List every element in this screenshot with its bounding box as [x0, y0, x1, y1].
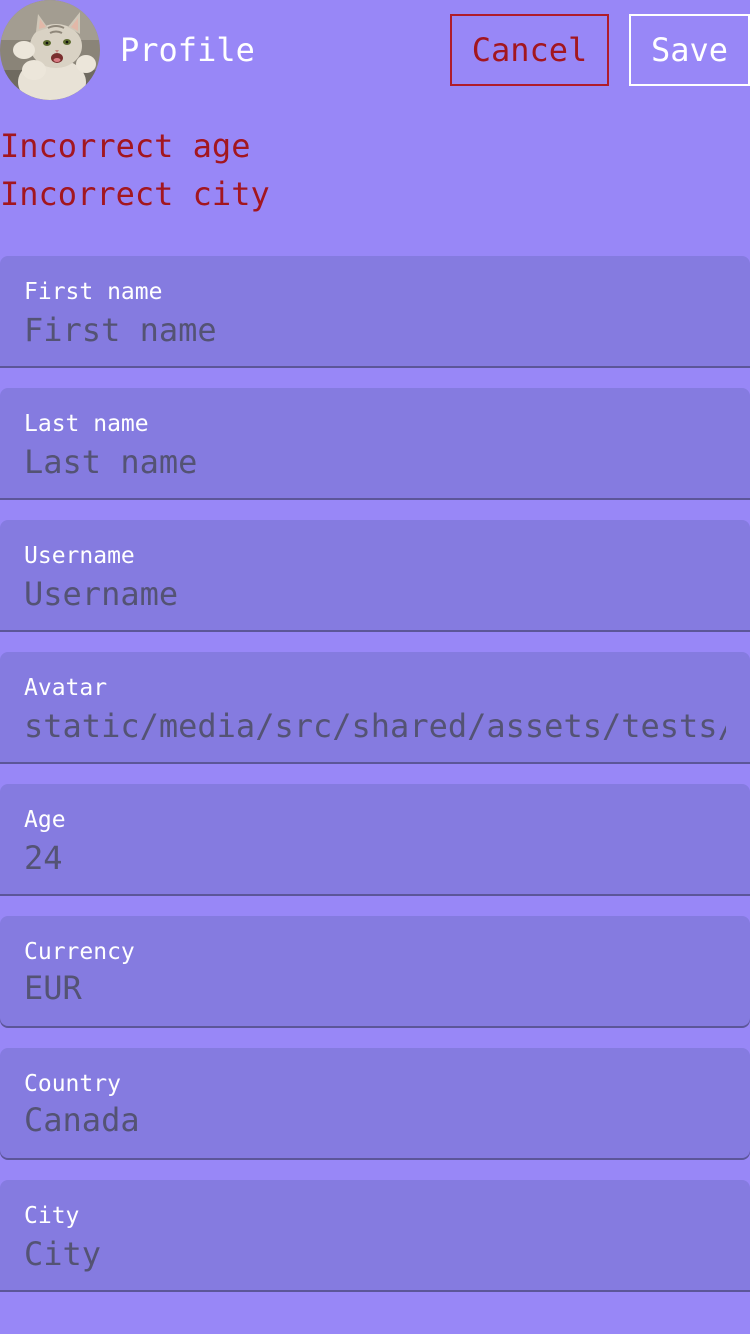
last-name-input[interactable]: Last name	[24, 442, 726, 482]
city-field[interactable]: City City	[0, 1180, 750, 1292]
last-name-label: Last name	[24, 411, 149, 437]
city-label: City	[24, 1203, 80, 1229]
last-name-field[interactable]: Last name Last name	[0, 388, 750, 500]
country-label: Country	[24, 1071, 121, 1097]
avatar-label: Avatar	[24, 675, 108, 701]
age-input[interactable]: 24	[24, 838, 726, 878]
error-message: Incorrect city	[0, 175, 270, 213]
username-input[interactable]: Username	[24, 574, 726, 614]
cancel-button[interactable]: Cancel	[450, 14, 609, 86]
currency-select[interactable]: Currency EUR	[0, 916, 750, 1026]
save-button[interactable]: Save	[629, 14, 750, 86]
validation-errors: Incorrect age Incorrect city	[0, 122, 270, 218]
first-name-field[interactable]: First name First name	[0, 256, 750, 368]
age-field[interactable]: Age 24	[0, 784, 750, 896]
username-field[interactable]: Username Username	[0, 520, 750, 632]
currency-value[interactable]: EUR	[24, 968, 726, 1008]
country-value[interactable]: Canada	[24, 1100, 726, 1140]
avatar-field[interactable]: Avatar static/media/src/shared/assets/te…	[0, 652, 750, 764]
avatar-input[interactable]: static/media/src/shared/assets/tests/	[24, 706, 726, 746]
age-label: Age	[24, 807, 66, 833]
error-message: Incorrect age	[0, 127, 251, 165]
currency-label: Currency	[24, 939, 135, 965]
username-label: Username	[24, 543, 135, 569]
cat-photo-icon	[0, 0, 100, 100]
city-input[interactable]: City	[24, 1234, 726, 1274]
profile-header: Profile Cancel Save	[0, 0, 750, 100]
avatar	[0, 0, 100, 100]
first-name-input[interactable]: First name	[24, 310, 726, 350]
country-select[interactable]: Country Canada	[0, 1048, 750, 1158]
page-title: Profile	[120, 31, 255, 69]
first-name-label: First name	[24, 279, 163, 305]
